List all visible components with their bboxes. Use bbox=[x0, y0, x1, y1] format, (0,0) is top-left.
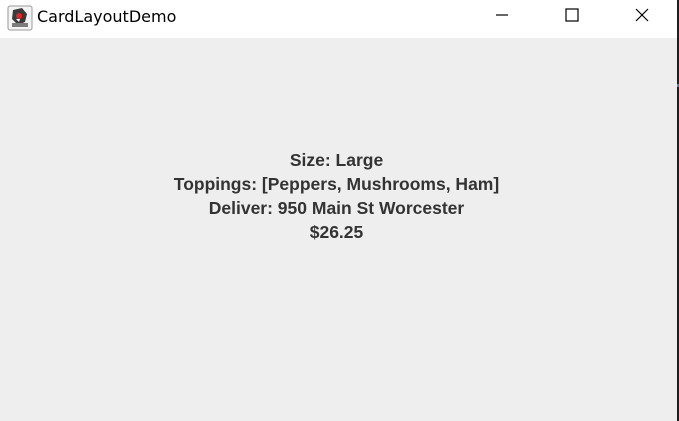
delivery-address-label: Deliver: 950 Main St Worcester bbox=[208, 198, 465, 218]
toppings-label: Toppings: [Peppers, Mushrooms, Ham] bbox=[173, 174, 500, 194]
maximize-button[interactable] bbox=[549, 0, 595, 34]
order-summary: Size: Large Toppings: [Peppers, Mushroom… bbox=[0, 148, 673, 244]
app-window: CardLayoutDemo Size: Large Toppings: [Pe… bbox=[0, 0, 679, 421]
title-bar[interactable]: CardLayoutDemo bbox=[0, 0, 677, 38]
size-label: Size: Large bbox=[289, 150, 384, 170]
minimize-icon bbox=[494, 7, 510, 28]
close-icon bbox=[634, 7, 650, 28]
minimize-button[interactable] bbox=[479, 0, 525, 34]
close-button[interactable] bbox=[619, 0, 665, 34]
java-duke-icon bbox=[7, 5, 33, 31]
window-title: CardLayoutDemo bbox=[37, 7, 177, 26]
price-label: $26.25 bbox=[309, 222, 364, 242]
maximize-icon bbox=[564, 7, 580, 28]
